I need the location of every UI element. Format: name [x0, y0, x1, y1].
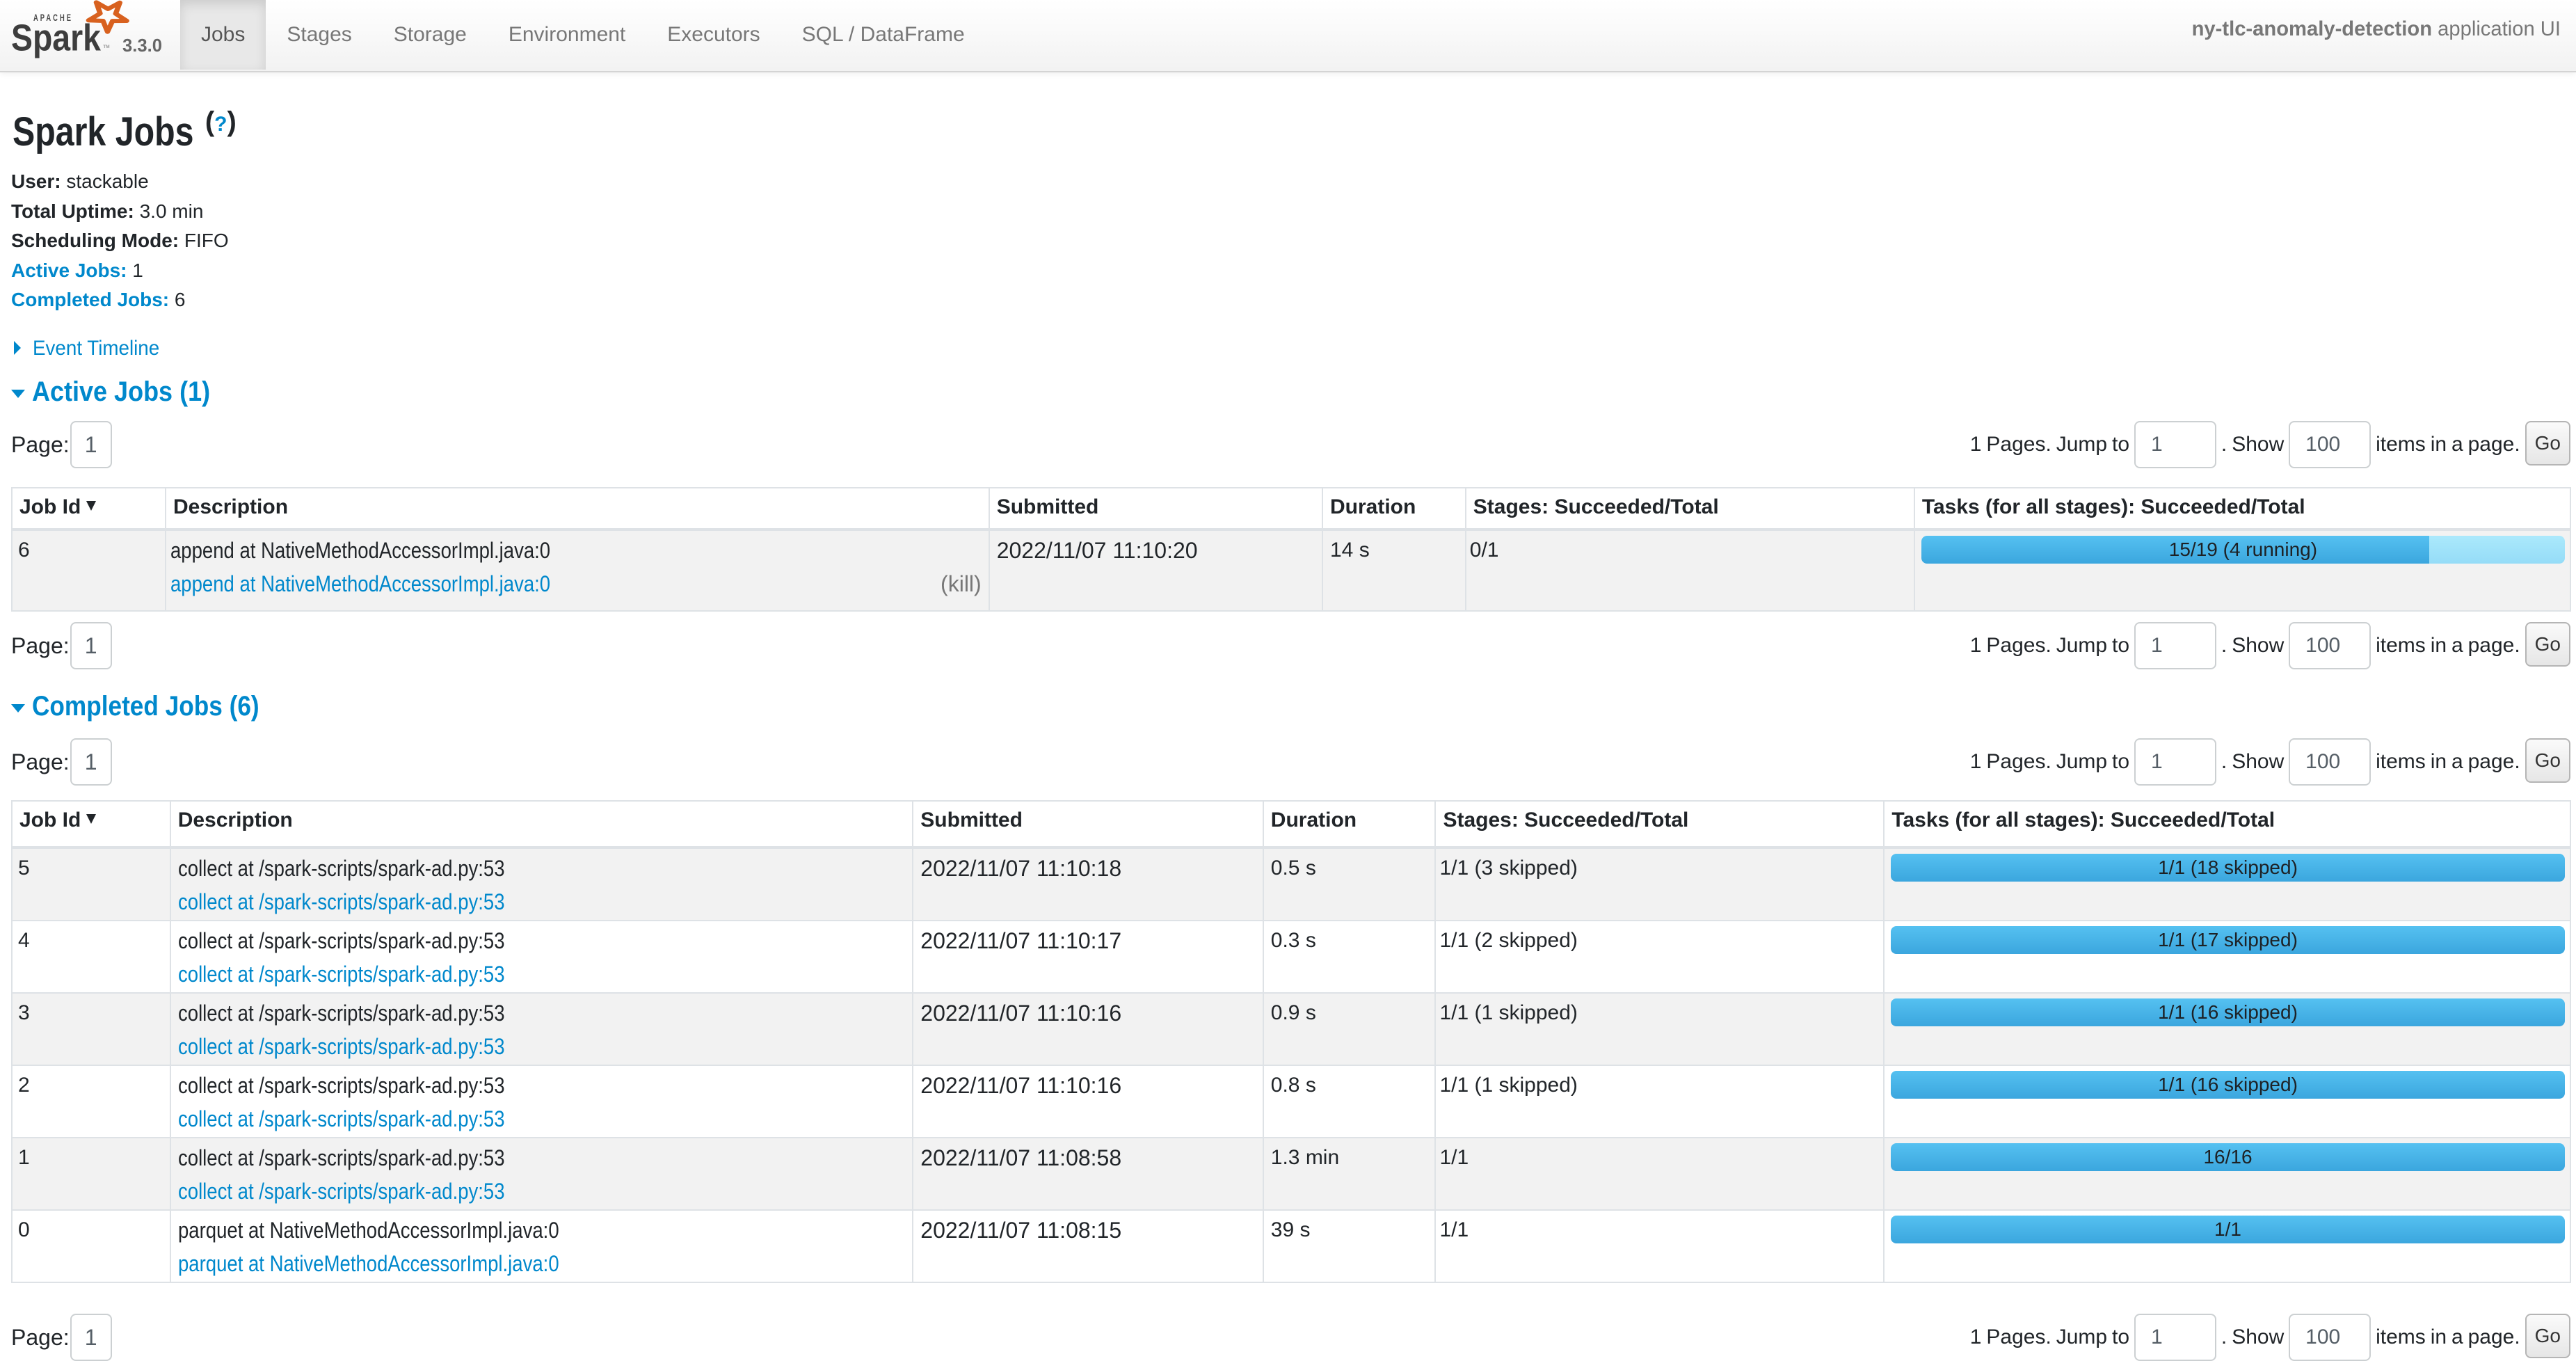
svg-text:Spark: Spark [11, 17, 102, 58]
svg-text:TM: TM [103, 45, 109, 49]
